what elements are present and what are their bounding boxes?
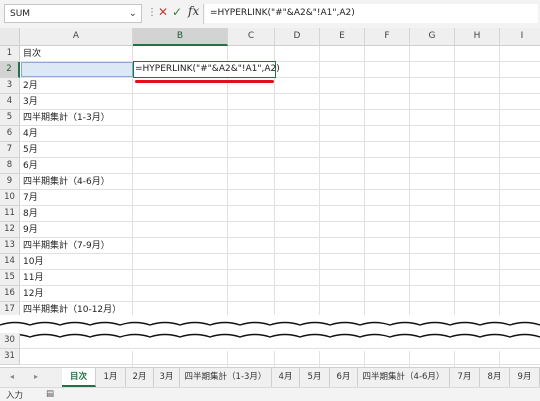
row-header-14[interactable]: 14: [0, 254, 20, 270]
gridline: [20, 269, 540, 270]
cell-a7[interactable]: 5月: [23, 142, 38, 158]
gridline: [20, 77, 540, 78]
sheet-tab[interactable]: 四半期集計（1-3月）: [180, 368, 272, 387]
gridline: [20, 285, 540, 286]
enter-check-icon[interactable]: ✓: [172, 5, 182, 19]
name-box-value: SUM: [10, 9, 31, 19]
row-header-15[interactable]: 15: [0, 270, 20, 286]
sheet-tab[interactable]: 3月: [154, 368, 180, 387]
column-header-i[interactable]: I: [500, 28, 540, 46]
row-header-11[interactable]: 11: [0, 206, 20, 222]
cell-a4[interactable]: 3月: [23, 94, 38, 110]
cell-a14[interactable]: 10月: [23, 254, 43, 270]
row-header-3[interactable]: 3: [0, 78, 20, 94]
editing-cell-text: =HYPERLINK("#"&A2&"!A1",A2): [135, 64, 280, 74]
formula-input[interactable]: =HYPERLINK("#"&A2&"!A1",A2): [205, 4, 538, 23]
sheet-tab[interactable]: 9月: [510, 368, 540, 387]
name-box[interactable]: SUM ⌄: [4, 4, 142, 23]
scroll-left-icon[interactable]: ◂: [10, 372, 14, 381]
row-header-13[interactable]: 13: [0, 238, 20, 254]
row-header-6[interactable]: 6: [0, 126, 20, 142]
more-options-icon[interactable]: ⋮: [147, 7, 157, 18]
column-header-b[interactable]: B: [133, 28, 228, 46]
cell-a6[interactable]: 4月: [23, 126, 38, 142]
row-header-2[interactable]: 2: [0, 62, 20, 78]
sheet-tab[interactable]: 2月: [126, 368, 154, 387]
row-header-9[interactable]: 9: [0, 174, 20, 190]
gridline: [20, 364, 540, 365]
formula-bar: SUM ⌄ ⋮ ✕ ✓ fx =HYPERLINK("#"&A2&"!A1",A…: [0, 0, 540, 29]
status-mode: 入力: [6, 391, 24, 401]
row-header-4[interactable]: 4: [0, 94, 20, 110]
row-header-12[interactable]: 12: [0, 222, 20, 238]
row-header-16[interactable]: 16: [0, 286, 20, 302]
cell-a16[interactable]: 12月: [23, 286, 43, 302]
gridline: [20, 221, 540, 222]
accessibility-icon[interactable]: ▤: [46, 389, 54, 399]
scroll-right-icon[interactable]: ▸: [34, 372, 38, 381]
sheet-tab[interactable]: 6月: [330, 368, 358, 387]
select-all-corner[interactable]: [0, 28, 20, 46]
row-header-1[interactable]: 1: [0, 46, 20, 62]
row-break-wave: [0, 315, 540, 351]
cell-a10[interactable]: 7月: [23, 190, 38, 206]
sheet-tab[interactable]: 8月: [480, 368, 510, 387]
column-header-a[interactable]: A: [20, 28, 133, 46]
cell-a11[interactable]: 8月: [23, 206, 38, 222]
cell-a12[interactable]: 9月: [23, 222, 38, 238]
cell-a8[interactable]: 6月: [23, 158, 38, 174]
gridline: [20, 205, 540, 206]
cell-a1[interactable]: 目次: [23, 46, 41, 62]
cancel-icon[interactable]: ✕: [158, 5, 168, 19]
insert-function-icon[interactable]: fx: [188, 4, 199, 18]
gridline: [20, 348, 540, 349]
cell-a3[interactable]: 2月: [23, 78, 38, 94]
annotation-underline: [135, 80, 274, 83]
sheet-tab[interactable]: 5月: [300, 368, 330, 387]
divider: [203, 4, 204, 24]
cell-a15[interactable]: 11月: [23, 270, 43, 286]
spreadsheet-grid[interactable]: ABCDEFGHI 1目次21月32月43月5四半期集計（1-3月）64月75月…: [0, 28, 540, 367]
column-header-c[interactable]: C: [228, 28, 275, 46]
row-header-7[interactable]: 7: [0, 142, 20, 158]
gridline: [20, 141, 540, 142]
sheet-tab[interactable]: 目次: [62, 368, 96, 387]
row-header-31[interactable]: 31: [0, 349, 20, 365]
column-header-f[interactable]: F: [365, 28, 410, 46]
column-header-e[interactable]: E: [320, 28, 365, 46]
cell-a9[interactable]: 四半期集計（4-6月）: [23, 174, 110, 190]
sheet-tab[interactable]: 4月: [272, 368, 300, 387]
cell-a13[interactable]: 四半期集計（7-9月）: [23, 238, 110, 254]
sheet-tab-bar: ◂ ▸ 目次 1月 2月 3月 四半期集計（1-3月） 4月 5月 6月 四半期集計（4-6月）…: [0, 367, 540, 388]
row-header-30[interactable]: 30: [0, 333, 20, 349]
status-bar: 入力 ▤: [0, 387, 540, 401]
column-header-g[interactable]: G: [410, 28, 455, 46]
formula-text: =HYPERLINK("#"&A2&"!A1",A2): [210, 8, 355, 18]
column-header-d[interactable]: D: [275, 28, 320, 46]
sheet-tab[interactable]: 1月: [96, 368, 126, 387]
gridline: [20, 157, 540, 158]
gridline: [20, 93, 540, 94]
sheet-tab[interactable]: 四半期集計（4-6月）: [358, 368, 450, 387]
selected-cell-a2[interactable]: [21, 62, 133, 77]
row-header-8[interactable]: 8: [0, 158, 20, 174]
editing-cell-b2[interactable]: =HYPERLINK("#"&A2&"!A1",A2): [133, 61, 280, 78]
sheet-tab[interactable]: 7月: [450, 368, 480, 387]
cell-a5[interactable]: 四半期集計（1-3月）: [23, 110, 110, 126]
column-header-h[interactable]: H: [455, 28, 500, 46]
row-header-5[interactable]: 5: [0, 110, 20, 126]
row-header-10[interactable]: 10: [0, 190, 20, 206]
chevron-down-icon[interactable]: ⌄: [129, 8, 137, 19]
